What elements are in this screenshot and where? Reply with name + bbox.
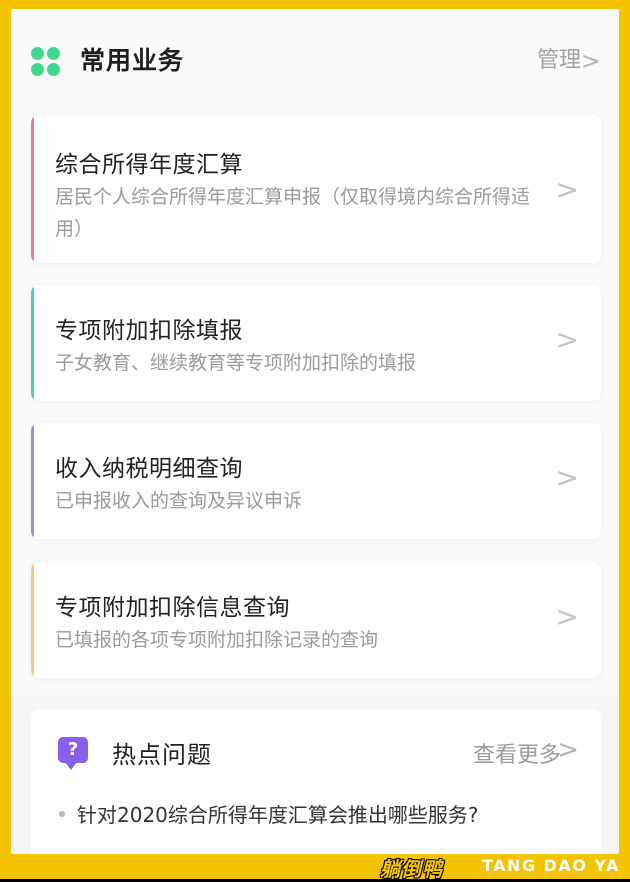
card-accent-bar (31, 115, 34, 263)
chevron-right-icon[interactable]: > (581, 43, 601, 79)
card-description: 居民个人综合所得年度汇算申报（仅取得境内综合所得适用） (55, 186, 531, 240)
chevron-right-icon[interactable]: > (557, 735, 579, 765)
section-header: 常用业务 管理 > (31, 43, 601, 79)
card-description: 子女教育、继续教育等专项附加扣除的填报 (55, 352, 417, 374)
card-accent-bar (31, 562, 34, 678)
section-title: 常用业务 (80, 46, 185, 75)
card-accent-bar (31, 423, 34, 539)
list-bullet (59, 811, 65, 817)
hot-questions-title: 热点问题 (112, 741, 212, 769)
chevron-right-icon: > (555, 173, 579, 206)
app-screen: 常用业务 管理 > 综合所得年度汇算 居民个人综合所得年度汇算申报（仅取得境内综… (11, 9, 619, 854)
hot-questions-panel: ? 热点问题 查看更多 > 针对2020综合所得年度汇算会推出哪些服务? (31, 709, 601, 854)
service-card-annual-reconciliation[interactable]: 综合所得年度汇算 居民个人综合所得年度汇算申报（仅取得境内综合所得适用） > (31, 115, 601, 263)
brand-logo-cn: 躺倒鸭 (380, 857, 443, 881)
card-title: 收入纳税明细查询 (55, 456, 243, 482)
brand-logo-en: TANG DAO YA (482, 856, 620, 875)
service-card-deduction-filing[interactable]: 专项附加扣除填报 子女教育、继续教育等专项附加扣除的填报 > (31, 285, 601, 401)
view-more-link[interactable]: 查看更多 (473, 737, 561, 769)
chevron-right-icon: > (555, 600, 579, 633)
service-card-income-tax-details[interactable]: 收入纳税明细查询 已申报收入的查询及异议申诉 > (31, 423, 601, 539)
card-description: 已申报收入的查询及异议申诉 (55, 490, 303, 512)
yellow-frame: 常用业务 管理 > 综合所得年度汇算 居民个人综合所得年度汇算申报（仅取得境内综… (0, 0, 630, 881)
card-accent-bar (31, 285, 34, 401)
watermark-brand: 躺倒鸭 TANG DAO YA (0, 855, 630, 881)
card-title: 专项附加扣除填报 (55, 318, 243, 344)
manage-link[interactable]: 管理 (537, 43, 581, 79)
question-bubble-icon: ? (58, 737, 88, 770)
clover-icon (31, 47, 61, 77)
card-title: 综合所得年度汇算 (55, 152, 243, 178)
service-card-deduction-query[interactable]: 专项附加扣除信息查询 已填报的各项专项附加扣除记录的查询 > (31, 562, 601, 678)
chevron-right-icon: > (555, 323, 579, 356)
common-services-panel: 常用业务 管理 > 综合所得年度汇算 居民个人综合所得年度汇算申报（仅取得境内综… (11, 9, 619, 695)
hot-question-item[interactable]: 针对2020综合所得年度汇算会推出哪些服务? (77, 799, 479, 828)
card-description: 已填报的各项专项附加扣除记录的查询 (55, 629, 379, 651)
card-title: 专项附加扣除信息查询 (55, 595, 290, 621)
chevron-right-icon: > (555, 461, 579, 494)
